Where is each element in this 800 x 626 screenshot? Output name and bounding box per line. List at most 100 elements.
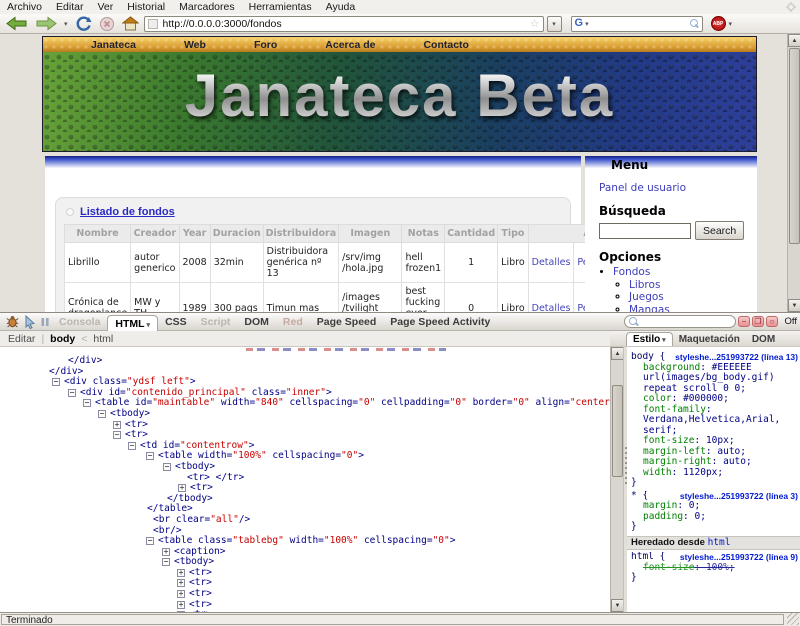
- css-property[interactable]: font-family: Verdana,Helvetica,Arial, se…: [631, 405, 798, 437]
- url-dropdown-button[interactable]: ▾: [547, 16, 562, 32]
- firebug-side-tab[interactable]: Maquetación: [673, 333, 746, 346]
- menubar-item[interactable]: Archivo: [0, 1, 49, 13]
- site-nav-link[interactable]: Web: [184, 39, 206, 51]
- firebug-panel-tab[interactable]: CSS: [158, 315, 194, 329]
- firebug-search-input[interactable]: [641, 316, 731, 328]
- expander-icon[interactable]: −: [52, 378, 60, 386]
- search-engine-caret[interactable]: ▾: [585, 20, 589, 28]
- menubar-item[interactable]: Editar: [49, 1, 90, 13]
- expander-icon[interactable]: +: [177, 590, 185, 598]
- breadcrumb-node-html[interactable]: html: [93, 333, 113, 345]
- html-tree-node[interactable]: +<tr>: [0, 589, 610, 600]
- firebug-side-tab[interactable]: DOM: [746, 333, 781, 346]
- menubar-item[interactable]: Historial: [120, 1, 172, 13]
- html-tree-node[interactable]: +<tr>: [0, 483, 610, 494]
- breadcrumb-node-body[interactable]: body: [50, 333, 75, 345]
- sidebar-link[interactable]: Libros: [629, 279, 660, 291]
- firebug-side-tab[interactable]: Estilo ▾: [626, 332, 673, 346]
- home-button[interactable]: [120, 15, 141, 33]
- deactivate-button[interactable]: ○: [766, 316, 778, 327]
- html-tree-node[interactable]: +<tr>: [0, 568, 610, 579]
- expander-icon[interactable]: +: [178, 484, 186, 492]
- back-button[interactable]: [4, 15, 30, 33]
- expander-icon[interactable]: −: [68, 389, 76, 397]
- expander-icon[interactable]: −: [162, 558, 170, 566]
- firebug-panel-tab[interactable]: Red: [276, 315, 310, 329]
- html-tree-node[interactable]: +<tr>: [0, 600, 610, 611]
- bookmark-star-icon[interactable]: ☆: [530, 19, 540, 29]
- sidebar-link[interactable]: Juegos: [629, 291, 664, 303]
- firebug-panel-tab[interactable]: DOM: [237, 315, 276, 329]
- url-input[interactable]: [161, 17, 527, 31]
- css-property[interactable]: font-size: 100%;: [631, 563, 798, 574]
- site-nav-link[interactable]: Acerca de: [325, 39, 375, 51]
- firebug-icon[interactable]: [6, 315, 19, 328]
- tree-scrollbar[interactable]: ▲ ▼: [610, 347, 623, 612]
- firebug-panel-tab[interactable]: Page Speed Activity: [383, 315, 497, 329]
- html-tree-node[interactable]: </table>: [0, 504, 610, 515]
- menubar-item[interactable]: Ayuda: [319, 1, 363, 13]
- firebug-panel-tab[interactable]: Script: [194, 315, 238, 329]
- expander-icon[interactable]: −: [146, 452, 154, 460]
- html-tree-node[interactable]: +<tr>: [0, 420, 610, 431]
- html-tree-node[interactable]: +<tr>: [0, 578, 610, 589]
- detach-button[interactable]: ❐: [752, 316, 764, 327]
- action-link[interactable]: Detalles: [532, 257, 571, 268]
- html-tree-node[interactable]: </tbody>: [0, 494, 610, 505]
- expander-icon[interactable]: −: [163, 463, 171, 471]
- expander-icon[interactable]: −: [113, 431, 121, 439]
- expander-icon[interactable]: +: [177, 569, 185, 577]
- scroll-down-button[interactable]: ▼: [788, 299, 800, 312]
- html-tree-node[interactable]: −<tbody>: [0, 557, 610, 568]
- stylesheet-source-link[interactable]: styleshe...251993722 (línea 9): [680, 552, 798, 563]
- pause-icon[interactable]: [40, 316, 50, 328]
- html-tree-node[interactable]: −<table class="tablebg" width="100%" cel…: [0, 536, 610, 547]
- expander-icon[interactable]: +: [177, 579, 185, 587]
- expander-icon[interactable]: +: [113, 421, 121, 429]
- site-nav-link[interactable]: Contacto: [423, 39, 469, 51]
- expander-icon[interactable]: −: [128, 442, 136, 450]
- firebug-panel-tab[interactable]: HTML ▾: [107, 315, 158, 331]
- html-tree-node[interactable]: −<tr>: [0, 430, 610, 441]
- stop-button[interactable]: [97, 15, 117, 33]
- expander-icon[interactable]: +: [162, 548, 170, 556]
- expander-icon[interactable]: −: [146, 537, 154, 545]
- menubar-item[interactable]: Marcadores: [172, 1, 241, 13]
- tree-scroll-thumb[interactable]: [612, 385, 623, 477]
- css-property[interactable]: width: 1120px;: [631, 468, 798, 479]
- expander-icon[interactable]: −: [98, 410, 106, 418]
- forward-history-caret[interactable]: ▾: [62, 15, 70, 33]
- expander-icon[interactable]: +: [177, 601, 185, 609]
- search-magnifier-icon[interactable]: [690, 19, 699, 28]
- web-search-input[interactable]: [591, 17, 688, 30]
- html-tree-node[interactable]: −<tbody>: [0, 409, 610, 420]
- html-tree-node[interactable]: +<caption>: [0, 547, 610, 558]
- html-tree-node[interactable]: <tr> </tr>: [0, 473, 610, 484]
- edit-button[interactable]: Editar: [8, 333, 35, 345]
- listing-title-link[interactable]: Listado de fondos: [80, 206, 175, 218]
- minimize-button[interactable]: −: [738, 316, 750, 327]
- firebug-panel-tab[interactable]: Consola: [52, 315, 107, 329]
- sidebar-link[interactable]: Fondos: [613, 266, 650, 278]
- html-tree-node[interactable]: −<table width="100%" cellspacing="0">: [0, 451, 610, 462]
- resize-grip[interactable]: [787, 613, 799, 625]
- css-property[interactable]: padding: 0;: [631, 512, 798, 523]
- html-tree-node[interactable]: </div>: [0, 356, 610, 367]
- adblock-caret[interactable]: ▾: [729, 20, 733, 28]
- site-nav-link[interactable]: Foro: [254, 39, 277, 51]
- search-engine-icon[interactable]: G: [575, 18, 584, 29]
- html-tree-node[interactable]: −<tbody>: [0, 462, 610, 473]
- menubar-item[interactable]: Ver: [90, 1, 120, 13]
- menubar-item[interactable]: Herramientas: [242, 1, 319, 13]
- sidebar-link[interactable]: Mangas: [629, 304, 670, 313]
- expander-icon[interactable]: −: [83, 399, 91, 407]
- reload-button[interactable]: [73, 15, 94, 33]
- css-property[interactable]: background: #EEEEEE url(images/bg_body.g…: [631, 363, 798, 395]
- html-tree-node[interactable]: −<table id="maintable" width="840" cells…: [0, 398, 610, 409]
- inspect-icon[interactable]: [23, 315, 36, 329]
- html-tree-node[interactable]: <br clear="all"/>: [0, 515, 610, 526]
- site-nav-link[interactable]: Janateca: [91, 39, 136, 51]
- action-link[interactable]: Detalles: [532, 303, 571, 313]
- firebug-panel-tab[interactable]: Page Speed: [310, 315, 384, 329]
- scroll-up-button[interactable]: ▲: [788, 34, 800, 47]
